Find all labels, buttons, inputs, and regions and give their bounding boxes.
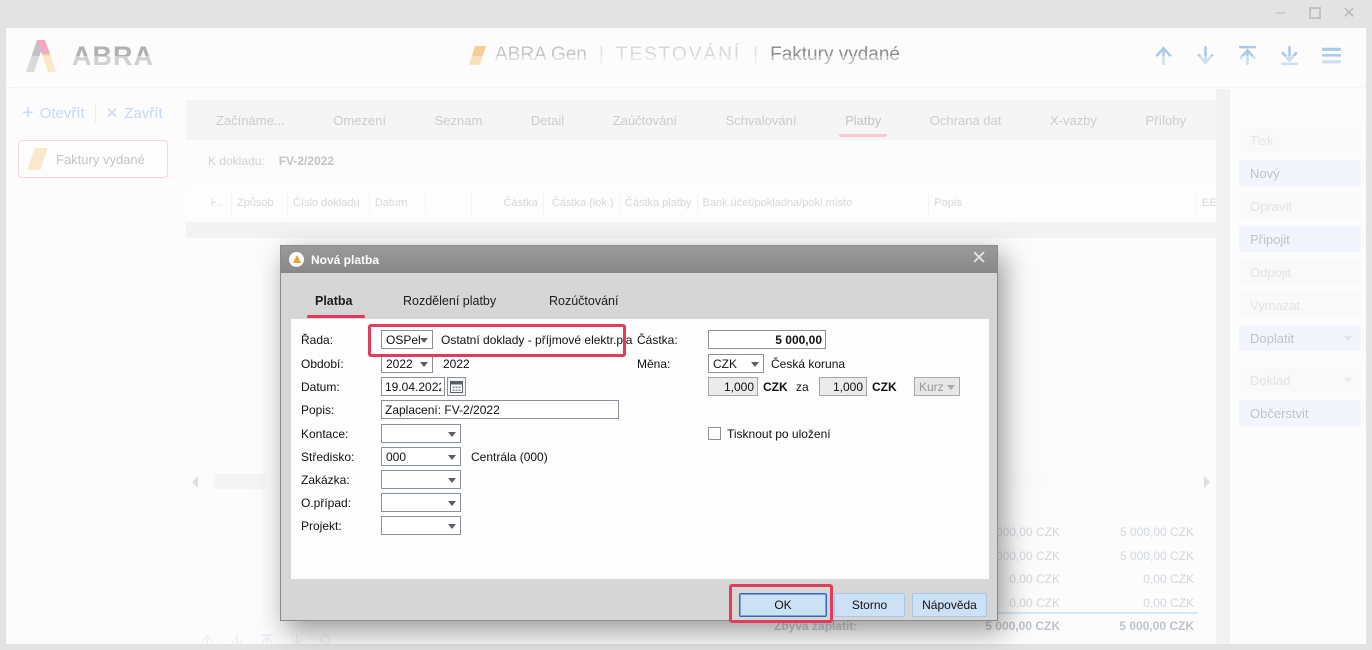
dialog-active-tab-underline xyxy=(307,315,365,318)
chevron-down-icon xyxy=(420,362,428,367)
chevron-down-icon xyxy=(448,501,456,506)
dialog-tab-rozuctovani[interactable]: Rozúčtování xyxy=(549,294,618,308)
datum-label: Datum: xyxy=(301,380,340,394)
dialog-title: Nová platba xyxy=(311,253,379,267)
dialog-tab-rozdeleni[interactable]: Rozdělení platby xyxy=(403,294,496,308)
rada-description: Ostatní doklady - příjmové elektr.pla xyxy=(441,333,632,347)
mena-description: Česká koruna xyxy=(771,357,845,371)
chevron-down-icon xyxy=(448,432,456,437)
kurz-za-label: za xyxy=(796,380,809,394)
minimize-icon[interactable]: – xyxy=(1272,3,1290,23)
os-titlebar: – ✕ xyxy=(0,0,1372,28)
popis-input[interactable] xyxy=(381,400,619,419)
mena-select[interactable]: CZK xyxy=(708,354,764,373)
obdobi-select[interactable]: 2022 xyxy=(381,354,433,373)
dialog-tab-platba[interactable]: Platba xyxy=(315,294,353,308)
kurz-value: Kurz xyxy=(919,380,944,394)
calendar-button[interactable] xyxy=(447,377,466,396)
kurz-to-input[interactable] xyxy=(819,377,867,396)
obdobi-description: 2022 xyxy=(443,357,470,371)
zakazka-select[interactable] xyxy=(381,470,461,489)
chevron-down-icon xyxy=(420,338,428,343)
zakazka-label: Zakázka: xyxy=(301,473,350,487)
castka-label: Částka: xyxy=(637,333,678,347)
stredisko-select[interactable]: 000 xyxy=(381,447,461,466)
chevron-down-icon xyxy=(751,362,759,367)
chevron-down-icon xyxy=(448,455,456,460)
projekt-select[interactable] xyxy=(381,516,461,535)
projekt-label: Projekt: xyxy=(301,519,342,533)
close-icon[interactable]: ✕ xyxy=(1340,3,1358,23)
maximize-icon[interactable] xyxy=(1306,3,1324,23)
chevron-down-icon xyxy=(947,385,955,390)
opripad-label: O.případ: xyxy=(301,496,351,510)
stredisko-label: Středisko: xyxy=(301,450,354,464)
print-checkbox[interactable] xyxy=(708,427,721,440)
mena-value: CZK xyxy=(713,357,737,371)
obdobi-value: 2022 xyxy=(386,357,413,371)
new-payment-dialog: Nová platba ✕ Platba Rozdělení platby Ro… xyxy=(280,245,998,621)
storno-button[interactable]: Storno xyxy=(834,593,905,617)
stredisko-value: 000 xyxy=(386,450,406,464)
kurz-from-input[interactable] xyxy=(708,377,758,396)
abra-dialog-icon xyxy=(289,252,304,267)
rada-select[interactable]: OSPel xyxy=(381,330,433,349)
kurz-select[interactable]: Kurz xyxy=(914,377,960,396)
ok-button[interactable]: OK xyxy=(739,593,827,617)
calendar-icon xyxy=(450,380,463,393)
castka-input[interactable] xyxy=(708,330,826,349)
chevron-down-icon xyxy=(448,478,456,483)
print-checkbox-label: Tisknout po uložení xyxy=(727,427,831,441)
mena-label: Měna: xyxy=(637,357,670,371)
stredisko-description: Centrála (000) xyxy=(471,450,548,464)
obdobi-label: Období: xyxy=(301,357,344,371)
opripad-select[interactable] xyxy=(381,493,461,512)
dialog-titlebar[interactable]: Nová platba ✕ xyxy=(281,246,997,273)
dialog-close-icon[interactable]: ✕ xyxy=(971,247,987,270)
kurz-to-unit: CZK xyxy=(872,380,897,394)
rada-label: Řada: xyxy=(301,333,333,347)
popis-label: Popis: xyxy=(301,403,334,417)
kurz-from-unit: CZK xyxy=(763,380,788,394)
screen: – ✕ ABRA ABRA Gen | TESTOVÁNÍ | xyxy=(0,0,1372,650)
kontace-label: Kontace: xyxy=(301,427,348,441)
napoveda-button[interactable]: Nápověda xyxy=(912,593,987,617)
chevron-down-icon xyxy=(448,524,456,529)
rada-value: OSPel xyxy=(386,333,421,347)
datum-input[interactable] xyxy=(381,377,445,396)
kontace-select[interactable] xyxy=(381,424,461,443)
